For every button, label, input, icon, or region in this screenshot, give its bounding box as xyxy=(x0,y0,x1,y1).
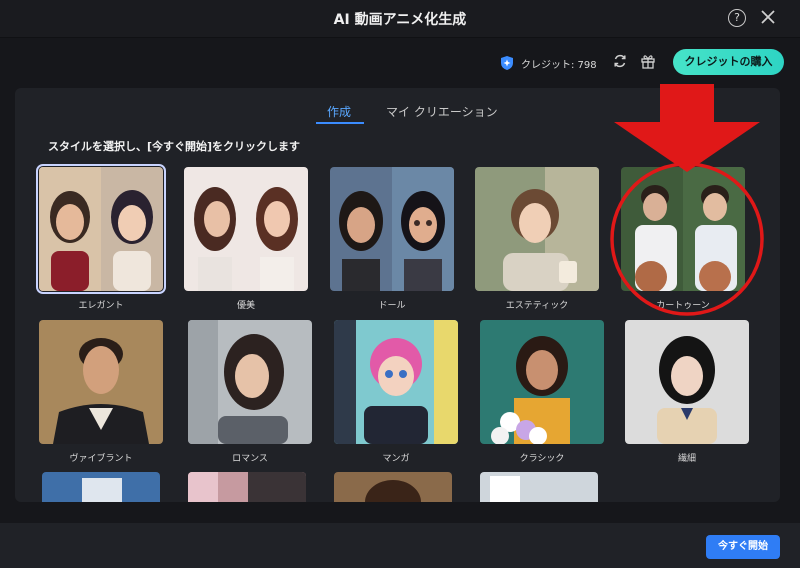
help-icon[interactable]: ? xyxy=(728,9,746,27)
style-label: 優美 xyxy=(236,301,255,311)
refresh-icon[interactable] xyxy=(612,53,628,69)
style-thumbnail xyxy=(475,167,599,291)
style-thumbnail xyxy=(480,320,604,444)
style-label: 繊細 xyxy=(677,454,696,464)
active-tab-indicator xyxy=(316,122,364,124)
style-thumbnail xyxy=(36,164,166,294)
tab-my-creations[interactable]: マイ クリエーション xyxy=(386,103,498,120)
style-label: エレガント xyxy=(78,301,124,311)
style-label: ロマンス xyxy=(232,454,268,464)
style-card-partial[interactable] xyxy=(188,472,306,502)
style-card-partial[interactable] xyxy=(480,472,598,502)
tab-create[interactable]: 作成 xyxy=(327,103,351,120)
style-thumbnail xyxy=(39,320,163,444)
style-card-partial[interactable] xyxy=(334,472,452,502)
style-card-partial[interactable] xyxy=(42,472,160,502)
credit-balance: クレジット: 798 xyxy=(499,53,597,73)
gift-icon[interactable] xyxy=(640,53,656,69)
buy-credits-button[interactable]: クレジットの購入 xyxy=(673,49,784,75)
annotation-circle-icon xyxy=(610,162,764,316)
style-thumbnail xyxy=(184,167,308,291)
start-now-button[interactable]: 今すぐ開始 xyxy=(706,535,780,559)
style-label: クラシック xyxy=(519,454,565,464)
style-label: エステティック xyxy=(505,301,569,311)
credit-text: クレジット: 798 xyxy=(521,59,597,71)
window-title: AI 動画アニメ化生成 xyxy=(333,12,467,28)
style-label: マンガ xyxy=(382,454,410,464)
style-thumbnail xyxy=(330,167,454,291)
style-thumbnail xyxy=(625,320,749,444)
style-thumbnail xyxy=(334,320,458,444)
credit-shield-icon xyxy=(501,56,513,70)
instruction-text: スタイルを選択し、[今すぐ開始]をクリックします xyxy=(48,140,301,153)
footer-bar xyxy=(0,523,800,568)
close-icon[interactable] xyxy=(758,7,778,27)
style-label: ドール xyxy=(378,301,406,311)
style-label: ヴァイブラント xyxy=(69,454,133,464)
style-thumbnail xyxy=(188,320,312,444)
